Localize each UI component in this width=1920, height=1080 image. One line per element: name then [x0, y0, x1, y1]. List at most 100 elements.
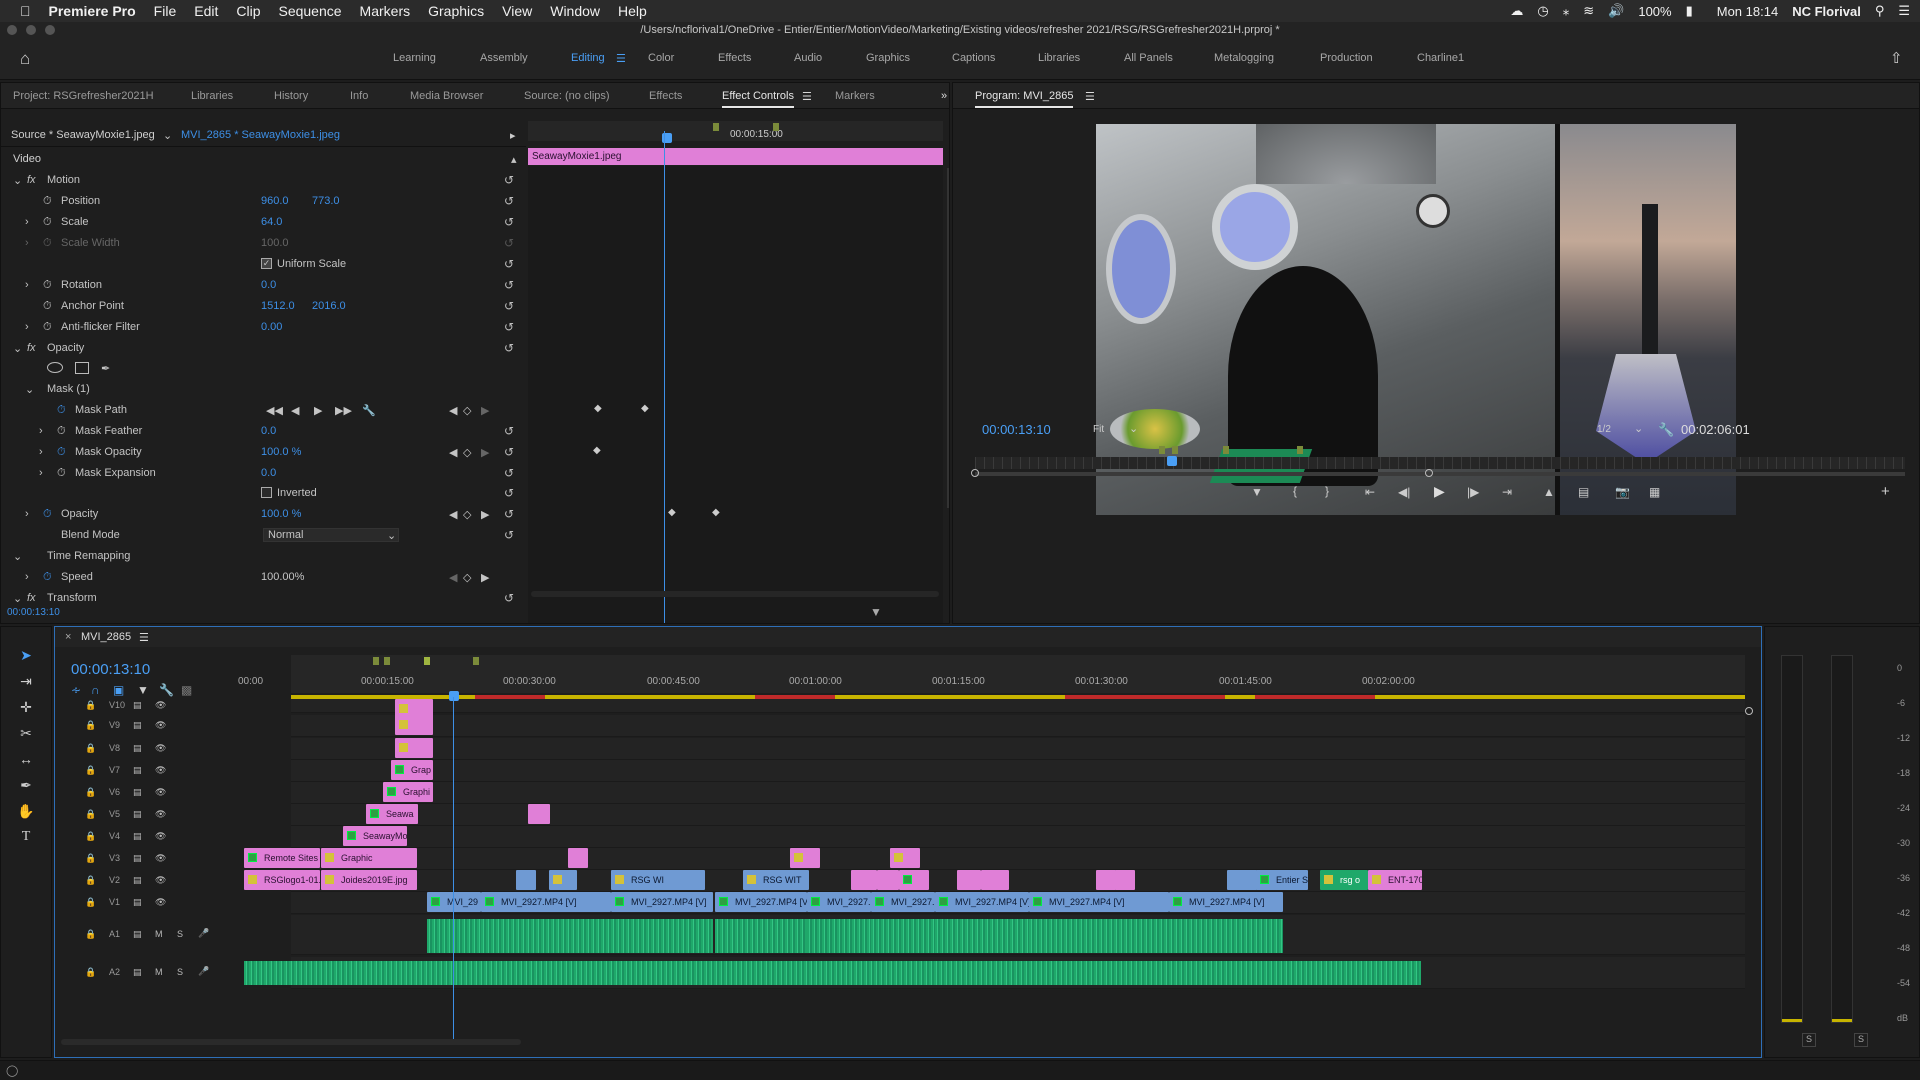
- uniform-scale-checkbox[interactable]: ✓: [261, 258, 272, 269]
- lock-icon[interactable]: 🔒: [85, 809, 96, 820]
- captions-icon[interactable]: ▩: [181, 683, 192, 697]
- selection-tool-icon[interactable]: ➤: [17, 647, 35, 665]
- menu-view[interactable]: View: [502, 3, 532, 19]
- expand-icon[interactable]: ›: [25, 321, 29, 333]
- menubar-user[interactable]: NC Florival: [1792, 4, 1861, 19]
- audio-clip[interactable]: [1029, 919, 1169, 953]
- track-lane-v4[interactable]: [291, 826, 1745, 848]
- zoom-window-button[interactable]: [45, 25, 55, 35]
- lock-icon[interactable]: 🔒: [85, 929, 96, 940]
- lock-icon[interactable]: 🔒: [85, 967, 96, 978]
- eye-icon[interactable]: 👁: [155, 787, 166, 798]
- eye-icon[interactable]: 👁: [155, 875, 166, 886]
- home-icon[interactable]: ⌂: [20, 49, 30, 69]
- lock-icon[interactable]: 🔒: [85, 831, 96, 842]
- fx-icon[interactable]: fx: [27, 342, 36, 354]
- chevron-down-icon[interactable]: ⌄: [163, 129, 172, 142]
- timeline-clip[interactable]: [395, 738, 433, 758]
- track-label[interactable]: V9: [109, 720, 120, 730]
- add-marker-icon[interactable]: ▼: [1251, 485, 1263, 499]
- wifi-icon[interactable]: ≋: [1583, 3, 1594, 19]
- expand-icon[interactable]: ›: [39, 467, 43, 479]
- solo-button[interactable]: S: [177, 967, 183, 977]
- timeline-clip[interactable]: RSG WIT: [743, 870, 809, 890]
- timeline-clip[interactable]: [549, 870, 577, 890]
- workspace-charline1[interactable]: Charline1: [1417, 52, 1464, 64]
- sync-lock-icon[interactable]: ▤: [133, 929, 142, 940]
- menubar-clock[interactable]: Mon 18:14: [1717, 4, 1778, 19]
- timeline-clip[interactable]: [957, 870, 981, 890]
- expand-icon[interactable]: ›: [25, 508, 29, 520]
- lock-icon[interactable]: 🔒: [85, 853, 96, 864]
- timeline-clip[interactable]: MVI_2927.MP4 [V]: [1029, 892, 1169, 912]
- menu-graphics[interactable]: Graphics: [428, 3, 484, 19]
- track-label[interactable]: V2: [109, 875, 120, 885]
- track-label[interactable]: V5: [109, 809, 120, 819]
- timeline-clip[interactable]: SeawayMo: [343, 826, 407, 846]
- sync-lock-icon[interactable]: ▤: [133, 853, 142, 864]
- timeline-marker[interactable]: [473, 657, 479, 665]
- timeline-clip[interactable]: Remote Sites: [244, 848, 320, 868]
- stopwatch-icon[interactable]: ⏱: [43, 300, 52, 313]
- next-keyframe-icon[interactable]: ▶: [481, 571, 489, 584]
- menu-edit[interactable]: Edit: [194, 3, 218, 19]
- clock-icon[interactable]: ◷: [1537, 3, 1548, 19]
- type-tool-icon[interactable]: T: [17, 829, 35, 847]
- track-label[interactable]: V6: [109, 787, 120, 797]
- audio-clip[interactable]: [481, 919, 611, 953]
- lock-icon[interactable]: 🔒: [85, 875, 96, 886]
- mark-out-icon[interactable]: }: [1325, 484, 1329, 498]
- track-label[interactable]: V8: [109, 743, 120, 753]
- lock-icon[interactable]: 🔒: [85, 765, 96, 776]
- workspace-all-panels[interactable]: All Panels: [1124, 52, 1173, 64]
- button-editor-icon[interactable]: +: [1881, 483, 1890, 500]
- timeline-clip[interactable]: [1096, 870, 1116, 890]
- mask-opacity-value[interactable]: 100.0 %: [261, 446, 301, 458]
- chevron-down-icon[interactable]: ⌄: [1129, 422, 1138, 435]
- keyframe-icon[interactable]: ◆: [668, 507, 676, 518]
- ec-marker[interactable]: [773, 123, 779, 131]
- blend-mode-dropdown[interactable]: Normal: [263, 528, 399, 542]
- solo-button[interactable]: S: [177, 929, 183, 939]
- workspace-production[interactable]: Production: [1320, 52, 1373, 64]
- sequence-menu-icon[interactable]: ☰: [139, 631, 149, 644]
- collapse-icon[interactable]: ⌄: [25, 383, 34, 396]
- microphone-icon[interactable]: 🎤: [198, 966, 209, 977]
- tab-project[interactable]: Project: RSGrefresher2021H: [13, 90, 154, 102]
- filter-icon[interactable]: ▼: [870, 605, 882, 619]
- microphone-icon[interactable]: 🎤: [198, 928, 209, 939]
- menu-markers[interactable]: Markers: [360, 3, 411, 19]
- workspace-captions[interactable]: Captions: [952, 52, 995, 64]
- reset-icon[interactable]: ↺: [504, 445, 516, 459]
- settings-wrench-icon[interactable]: 🔧: [159, 683, 174, 697]
- sync-lock-icon[interactable]: ▤: [133, 720, 142, 731]
- stopwatch-icon[interactable]: ⏱: [43, 321, 52, 334]
- timeline-clip[interactable]: MVI_2927.MP4 [V]: [1169, 892, 1283, 912]
- timeline-clip[interactable]: [890, 848, 920, 868]
- audio-clip[interactable]: [807, 919, 871, 953]
- expand-icon[interactable]: ›: [39, 446, 43, 458]
- tab-effects[interactable]: Effects: [649, 90, 682, 102]
- expand-icon[interactable]: ›: [39, 425, 43, 437]
- step-back-icon[interactable]: ◀|: [1398, 485, 1410, 499]
- track-lane-v7[interactable]: [291, 760, 1745, 782]
- timeline-clip[interactable]: [981, 870, 1009, 890]
- close-window-button[interactable]: [7, 25, 17, 35]
- audio-clip[interactable]: [1169, 919, 1283, 953]
- track-lane-v5[interactable]: [291, 804, 1745, 826]
- sync-lock-icon[interactable]: ▤: [133, 787, 142, 798]
- workspace-assembly[interactable]: Assembly: [480, 52, 528, 64]
- keyframe-icon[interactable]: ◆: [712, 507, 720, 518]
- go-to-in-icon[interactable]: ⇤: [1365, 485, 1375, 499]
- snap-icon[interactable]: ∩: [91, 683, 100, 697]
- play-clip-icon[interactable]: ▸: [510, 129, 516, 142]
- reset-icon[interactable]: ↺: [504, 257, 516, 271]
- stopwatch-icon[interactable]: ⏱: [43, 279, 52, 292]
- reset-icon[interactable]: ↺: [504, 466, 516, 480]
- workspace-libraries[interactable]: Libraries: [1038, 52, 1080, 64]
- tab-markers[interactable]: Markers: [835, 90, 875, 102]
- reset-icon[interactable]: ↺: [504, 486, 516, 500]
- keyframe-icon[interactable]: ◆: [593, 445, 601, 456]
- workspace-metalogging[interactable]: Metalogging: [1214, 52, 1274, 64]
- reset-icon[interactable]: ↺: [504, 278, 516, 292]
